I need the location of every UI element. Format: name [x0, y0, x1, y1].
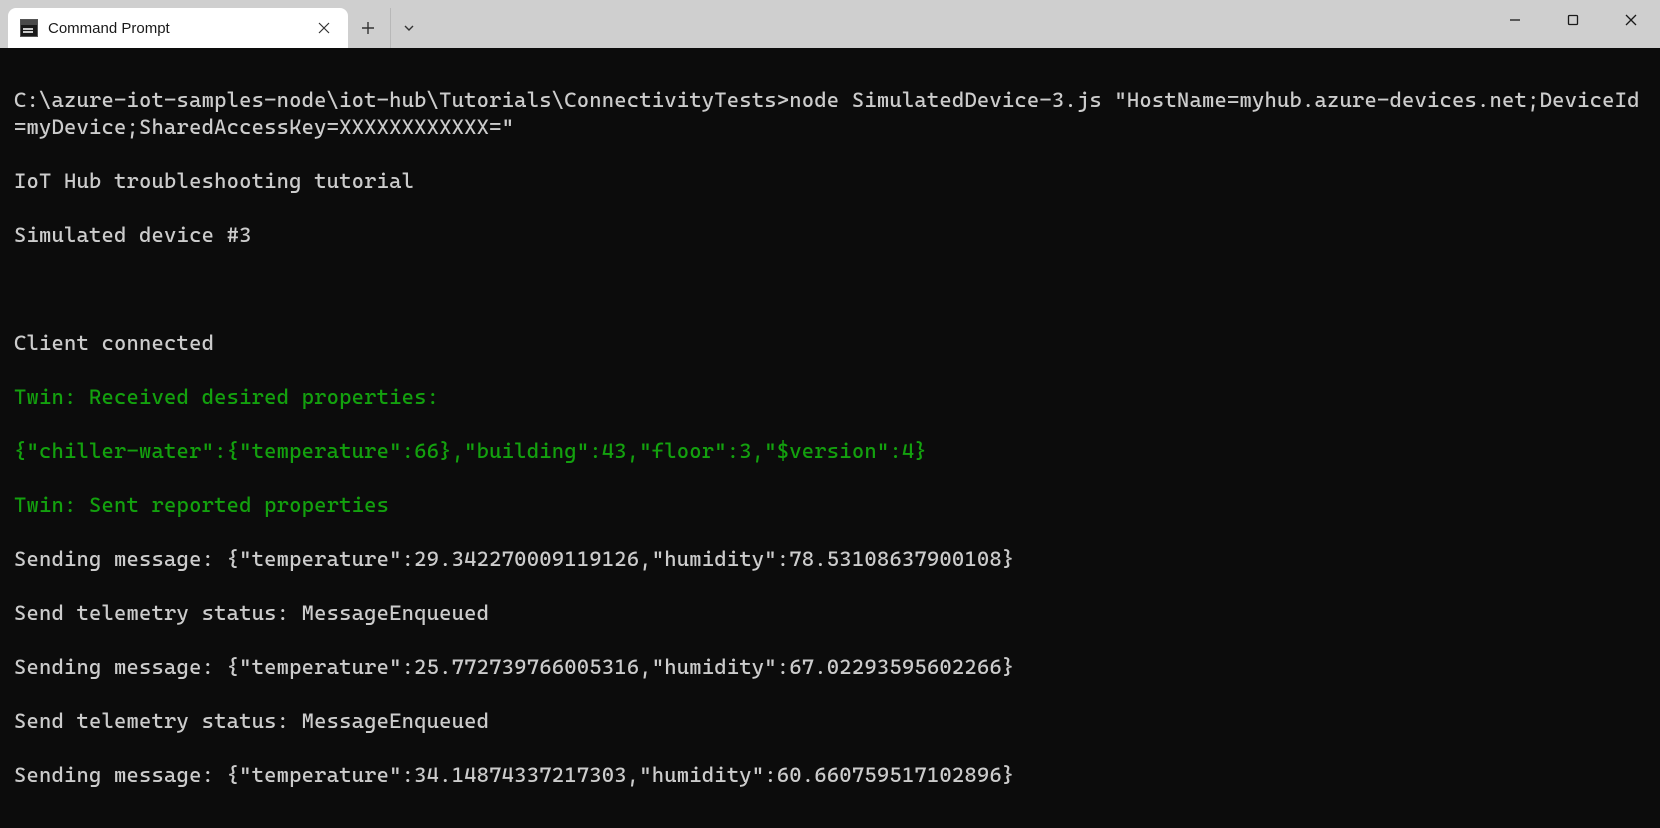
plus-icon: [361, 21, 375, 35]
terminal-line: Sending message: {"temperature":34.14874…: [14, 762, 1646, 789]
terminal-line: IoT Hub troubleshooting tutorial: [14, 168, 1646, 195]
minimize-icon: [1508, 13, 1522, 27]
window-controls: [1486, 0, 1660, 48]
terminal-line: Send telemetry status: MessageEnqueued: [14, 600, 1646, 627]
close-icon: [318, 22, 330, 34]
command-prompt-icon: [20, 19, 38, 37]
tab-title: Command Prompt: [48, 20, 302, 37]
minimize-button[interactable]: [1486, 0, 1544, 40]
maximize-icon: [1566, 13, 1580, 27]
terminal-command-line: C:\azure-iot-samples-node\iot-hub\Tutori…: [14, 87, 1646, 141]
chevron-down-icon: [403, 22, 415, 34]
titlebar: Command Prompt: [0, 0, 1660, 48]
terminal-line-twin-received: Twin: Received desired properties:: [14, 384, 1646, 411]
terminal-line: Sending message: {"temperature":29.34227…: [14, 546, 1646, 573]
tab-close-button[interactable]: [312, 16, 336, 40]
close-window-button[interactable]: [1602, 0, 1660, 40]
terminal-line: Client connected: [14, 330, 1646, 357]
terminal-line: Send telemetry status: MessageEnqueued: [14, 708, 1646, 735]
tab-command-prompt[interactable]: Command Prompt: [8, 8, 348, 48]
new-tab-button[interactable]: [348, 8, 388, 48]
terminal-line: Sending message: {"temperature":25.77273…: [14, 654, 1646, 681]
close-icon: [1624, 13, 1638, 27]
tab-dropdown-button[interactable]: [390, 8, 426, 48]
terminal-line: Simulated device #3: [14, 222, 1646, 249]
terminal-output[interactable]: C:\azure-iot-samples-node\iot-hub\Tutori…: [0, 48, 1660, 828]
terminal-blank-line: [14, 276, 1646, 303]
terminal-line-twin-json: {"chiller-water":{"temperature":66},"bui…: [14, 438, 1646, 465]
maximize-button[interactable]: [1544, 0, 1602, 40]
terminal-line-twin-sent: Twin: Sent reported properties: [14, 492, 1646, 519]
